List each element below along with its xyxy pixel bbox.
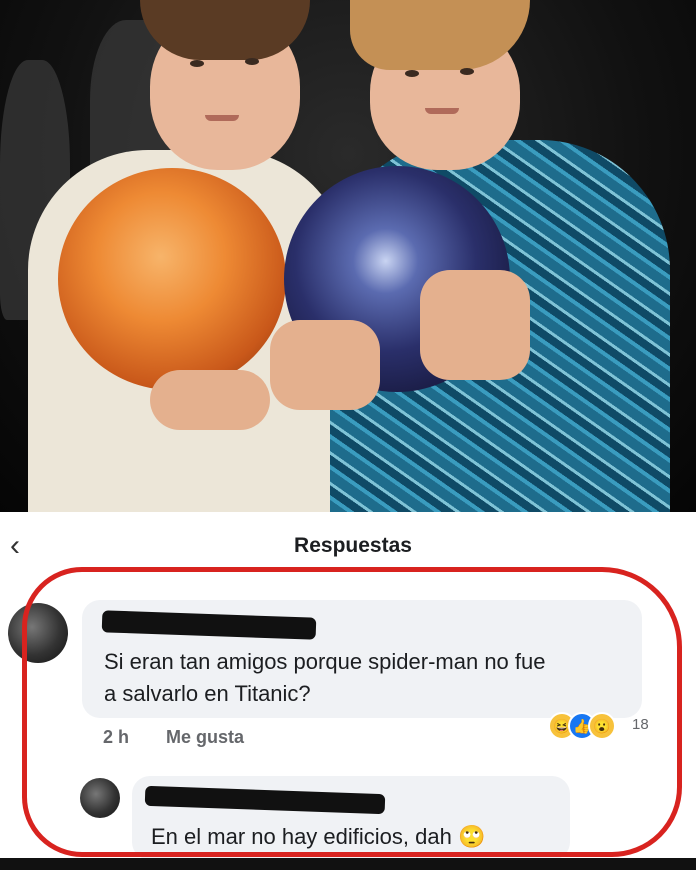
hand xyxy=(150,370,270,430)
orange-bowling-ball xyxy=(58,168,286,390)
hand xyxy=(270,320,380,410)
hand xyxy=(420,270,530,380)
red-highlight-outline xyxy=(22,567,682,857)
bottom-bar xyxy=(0,858,696,870)
post-photo xyxy=(0,0,696,512)
page-title: Respuestas xyxy=(294,534,412,557)
